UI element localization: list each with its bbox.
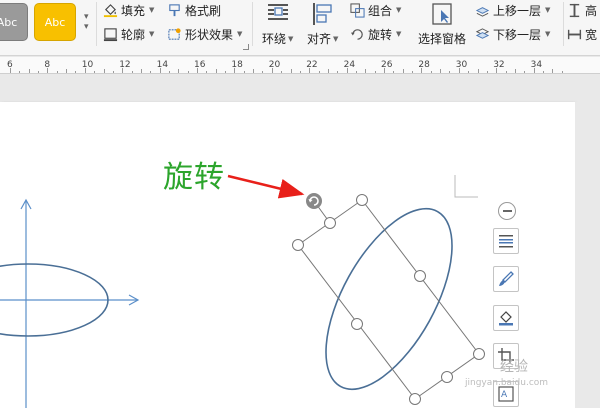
- resize-handle-bottom[interactable]: [441, 371, 453, 383]
- watermark-text: 经验: [500, 359, 528, 375]
- brush-icon: [499, 271, 514, 286]
- resize-handle-bottom-right[interactable]: [473, 348, 485, 360]
- resize-handle-top-left[interactable]: [292, 239, 304, 251]
- resize-handle-top-right[interactable]: [356, 194, 368, 206]
- rotation-handle[interactable]: [306, 193, 322, 209]
- layout-options-button[interactable]: [493, 228, 519, 254]
- resize-handle-bottom-left[interactable]: [409, 393, 421, 405]
- resize-handle-left[interactable]: [351, 318, 363, 330]
- paint-bucket-icon: [499, 311, 513, 326]
- svg-text:A: A: [501, 390, 508, 400]
- annotation-arrow: [227, 174, 305, 199]
- shape-fill-button[interactable]: [493, 305, 519, 331]
- rotate-annotation-text: 旋转: [163, 160, 225, 195]
- selection-bounding-box[interactable]: [297, 199, 480, 400]
- coordinate-axes[interactable]: [0, 198, 140, 408]
- minus-icon: [502, 210, 512, 212]
- shape-style-brush-button[interactable]: [493, 266, 519, 292]
- text-wrap-icon: [499, 235, 513, 248]
- resize-handle-top[interactable]: [324, 217, 336, 229]
- float-toolbar-collapse-button[interactable]: [498, 202, 516, 220]
- margin-corner-mark: [454, 175, 478, 198]
- resize-handle-right[interactable]: [414, 270, 426, 282]
- watermark-url: jingyan.baidu.com: [465, 378, 549, 388]
